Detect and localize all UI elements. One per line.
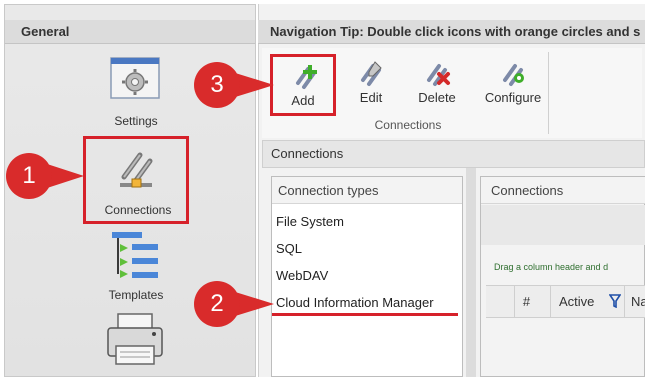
connection-type-sql[interactable]: SQL (276, 241, 466, 256)
connection-type-file-system[interactable]: File System (276, 214, 466, 229)
ribbon-separator (548, 52, 549, 134)
connections-header: Connections (481, 177, 645, 204)
connection-type-webdav[interactable]: WebDAV (276, 268, 466, 283)
grid-header-row: # Active Na (486, 285, 645, 318)
configure-connection-icon (499, 58, 527, 88)
sidebar-item-connections[interactable]: Connections (83, 136, 189, 224)
callout-1: 1 (6, 153, 86, 199)
edit-button[interactable]: Edit (344, 54, 398, 112)
column-number[interactable]: # (514, 286, 538, 317)
callout-number: 3 (194, 62, 240, 108)
connections-toolbar-strip (481, 205, 645, 245)
sidebar-item-templates[interactable]: Templates (76, 226, 196, 306)
sidebar-item-printer[interactable] (100, 310, 170, 377)
connection-types-header: Connection types (272, 177, 462, 204)
settings-icon (109, 56, 161, 100)
sidebar-item-settings[interactable]: Settings (76, 56, 196, 132)
sidebar-item-label: Settings (114, 114, 158, 128)
configure-label: Configure (484, 90, 542, 105)
panel-splitter[interactable] (466, 168, 476, 377)
navigation-tip: Navigation Tip: Double click icons with … (258, 20, 645, 44)
callout-2: 2 (194, 281, 276, 327)
add-button[interactable]: Add (270, 54, 336, 116)
section-title: Connections (262, 140, 645, 168)
column-active-label: Active (559, 294, 595, 309)
column-active[interactable]: Active (550, 286, 624, 317)
add-connection-icon (292, 61, 320, 91)
templates-icon (110, 230, 162, 282)
callout-number: 1 (6, 153, 52, 199)
filter-icon[interactable] (608, 294, 622, 311)
configure-button[interactable]: Configure (480, 54, 546, 112)
callout-3: 3 (194, 62, 276, 108)
sidebar-header: General (5, 20, 255, 44)
sidebar-item-label: Templates (108, 288, 164, 302)
delete-connection-icon (423, 58, 451, 88)
connections-icon (110, 143, 162, 195)
add-label: Add (291, 93, 315, 108)
edit-label: Edit (359, 90, 383, 105)
connection-type-cloud-information-manager[interactable]: Cloud Information Manager (276, 295, 466, 310)
delete-button[interactable]: Delete (410, 54, 464, 112)
column-name[interactable]: Na (624, 286, 645, 317)
ribbon-group-label: Connections (374, 118, 442, 132)
highlight-underline (272, 313, 458, 316)
group-by-hint: Drag a column header and d (494, 262, 609, 272)
sidebar-item-label: Connections (104, 203, 172, 217)
delete-label: Delete (418, 90, 456, 105)
callout-number: 2 (194, 281, 240, 327)
edit-connection-icon (357, 58, 385, 88)
printer-icon (104, 310, 166, 372)
